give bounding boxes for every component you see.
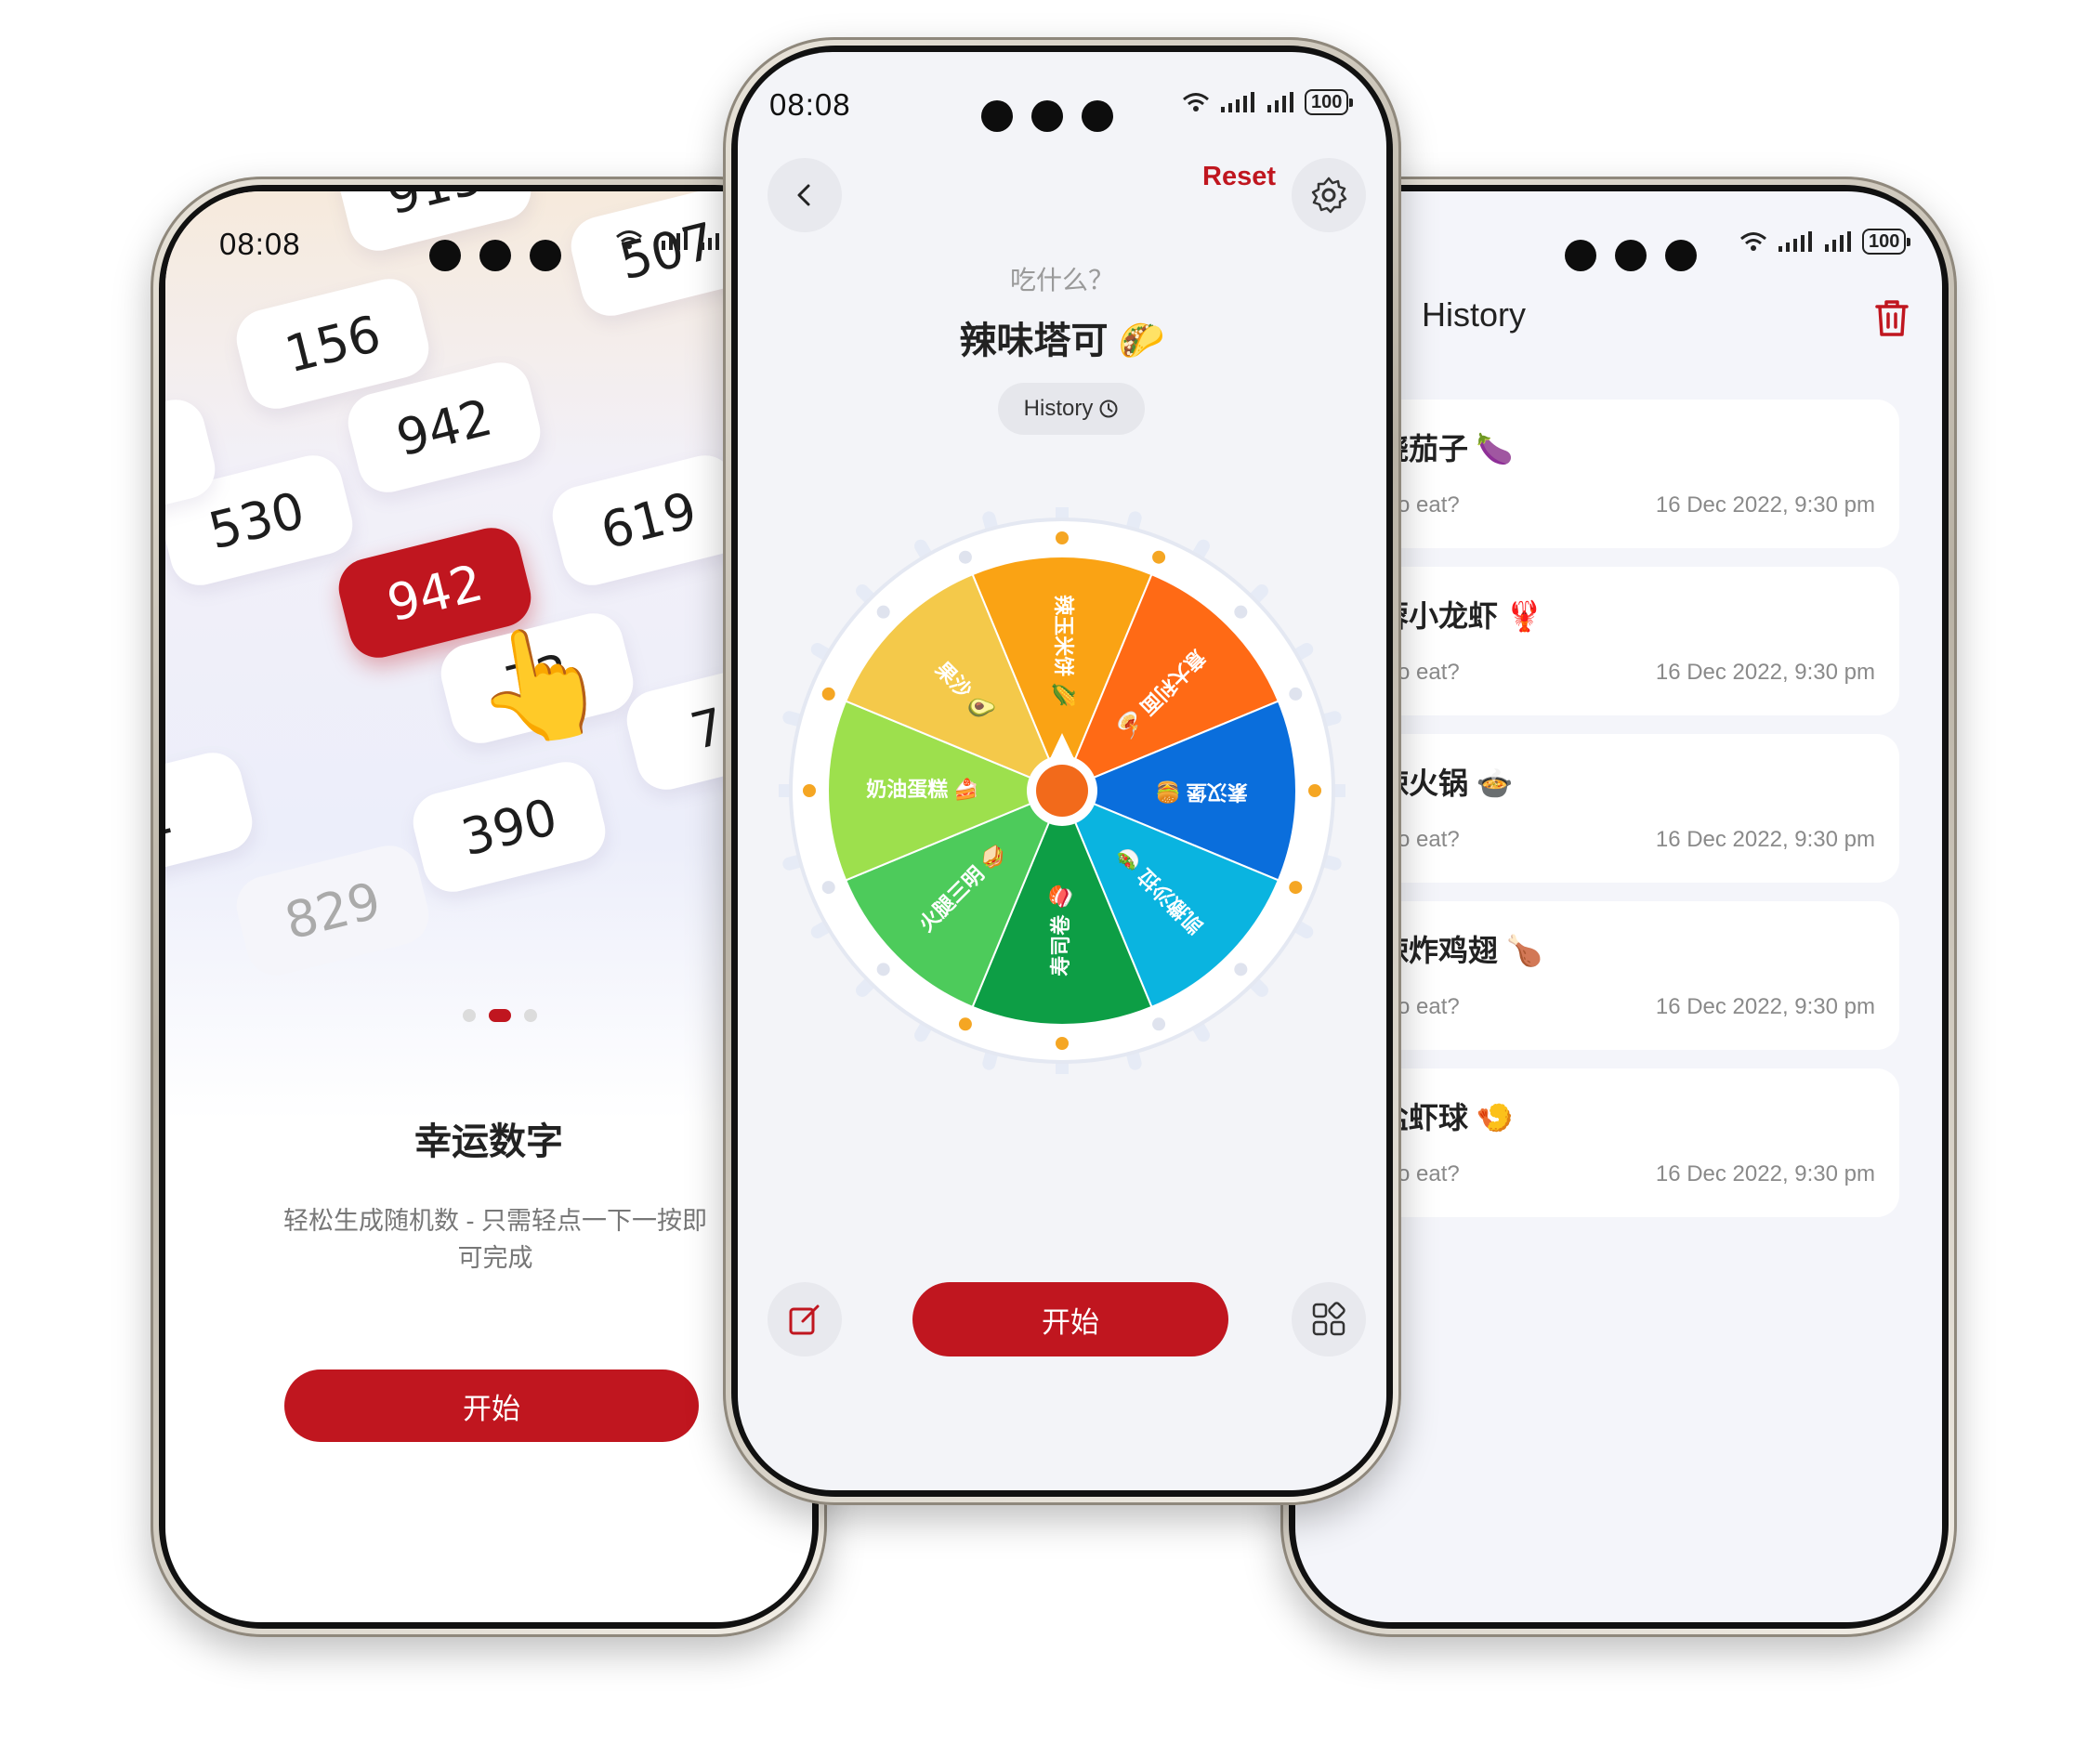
wheel-question: 吃什么？ [1009, 266, 1114, 295]
edit-button[interactable] [768, 1282, 842, 1356]
wheel-screen: 08:08 100 Reset 吃什么？ 辣味塔可 🌮 History 辣玉米饼… [738, 52, 1386, 1490]
wheel-segment-label: 奶油蛋糕 🍰 [866, 778, 979, 801]
battery-icon: 100 [1862, 229, 1911, 255]
page-dot[interactable] [524, 1009, 537, 1022]
signal-icon [1267, 92, 1293, 112]
edit-icon [789, 1304, 820, 1335]
wheel-result: 辣味塔可 🌮 [959, 321, 1165, 361]
wheel-ring-dot [1152, 550, 1166, 564]
front-cameras [429, 240, 561, 271]
onboarding-title: 幸运数字 [414, 1121, 563, 1162]
history-item-date: 16 Dec 2022, 9:30 pm [1655, 827, 1875, 852]
wheel-segment-label: 辣玉米饼 🌽 [1052, 595, 1076, 708]
number-key: 75 [620, 653, 732, 796]
wheel-ring-dot [1056, 531, 1069, 544]
apps-button[interactable] [1292, 1282, 1366, 1356]
status-bar: 08:08 100 [738, 52, 1386, 164]
settings-button[interactable] [1292, 158, 1366, 232]
wheel-ring-dot [1308, 784, 1321, 797]
wheel-ring-dot [958, 550, 972, 564]
front-cameras [1565, 240, 1697, 271]
front-cameras [981, 100, 1113, 132]
number-key: 390 [406, 755, 612, 898]
status-bar: 08:08 [165, 191, 812, 303]
signal-icon [1778, 231, 1812, 252]
wifi-icon [616, 230, 642, 249]
clock-icon [1099, 400, 1118, 418]
spin-start-button[interactable]: 开始 [912, 1282, 1228, 1356]
page-dot-active[interactable] [489, 1009, 511, 1022]
battery-icon: 100 [1305, 89, 1354, 115]
number-key: 619 [545, 449, 732, 592]
onboarding-description: 轻松生成随机数 - 只需轻点一下一按即可完成 [283, 1207, 707, 1272]
history-card[interactable]: 蓉小龙虾 🦞 t to eat? 16 Dec 2022, 9:30 pm [1370, 567, 1899, 715]
signal-icon [1825, 231, 1851, 252]
back-arrow-icon [797, 184, 810, 206]
gear-icon [1311, 177, 1347, 214]
history-card[interactable]: 辣火锅 🍲 t to eat? 16 Dec 2022, 9:30 pm [1370, 734, 1899, 883]
signal-icon [1221, 92, 1254, 112]
wheel-hub[interactable] [1036, 765, 1088, 817]
back-button[interactable] [768, 158, 842, 232]
history-card[interactable]: 烧茄子 🍆 t to eat? 16 Dec 2022, 9:30 pm [1370, 400, 1899, 548]
wheel-ring-dot [1234, 605, 1248, 619]
number-key: 829 [230, 839, 436, 982]
history-item-name: 辣炸鸡翅 🍗 [1379, 934, 1543, 967]
spin-wheel[interactable]: 辣玉米饼 🌽 意大利面 🍝 素汉堡 🍔 凯撒沙拉 🥗 寿司卷 🍣 火腿三明 🥪 奶油蛋糕 🍰… [773, 502, 1351, 1080]
history-pill-label: History [1023, 396, 1094, 421]
signal-icon [654, 229, 688, 250]
wheel-ring-dot [876, 963, 890, 976]
wheel-ring-dot [803, 784, 816, 797]
grid-icon [1312, 1302, 1345, 1336]
pointing-hand-icon: 👆 [462, 612, 619, 757]
lucky-number-screen: 915 507 156 942 530 619 942 73 75 2 390 … [165, 191, 812, 1622]
wifi-icon [1740, 232, 1766, 251]
wheel-ring-dot [1056, 1037, 1069, 1050]
number-key: 2 [165, 746, 259, 889]
wheel-ring-dot [1289, 881, 1303, 895]
wheel-ring-dot [876, 605, 890, 619]
history-item-date: 16 Dec 2022, 9:30 pm [1655, 1161, 1875, 1186]
reset-button[interactable]: Reset [1202, 162, 1276, 192]
start-button[interactable]: 开始 [284, 1370, 699, 1442]
history-item-date: 16 Dec 2022, 9:30 pm [1655, 660, 1875, 685]
wheel-segment-label: 素汉堡 🍔 [1155, 780, 1248, 804]
history-card[interactable]: 辣炸鸡翅 🍗 t to eat? 16 Dec 2022, 9:30 pm [1370, 901, 1899, 1050]
wheel-ring-dot [821, 687, 835, 701]
page-title: History [1422, 295, 1527, 334]
history-item-date: 16 Dec 2022, 9:30 pm [1655, 994, 1875, 1019]
wheel-ring-dot [1152, 1017, 1166, 1031]
status-icons: 100 [1182, 89, 1354, 115]
status-icons [615, 229, 728, 251]
status-time: 08:08 [219, 227, 301, 261]
status-time: 08:08 [769, 87, 851, 122]
history-item-name: 蓉小龙虾 🦞 [1379, 599, 1543, 633]
page-dot[interactable] [463, 1009, 476, 1022]
wheel-ring-dot [1289, 687, 1303, 701]
wheel-ring-dot [1234, 963, 1248, 976]
spin-wheel-graphic[interactable]: 辣玉米饼 🌽 意大利面 🍝素汉堡 🍔凯撒沙拉 🥗寿司卷 🍣火腿三明 🥪奶油蛋糕 🍰… [773, 502, 1351, 1080]
page-indicator [463, 1009, 537, 1022]
wheel-ring-dot [958, 1017, 972, 1031]
trash-icon[interactable] [1870, 295, 1914, 340]
history-card[interactable]: 盐虾球 🍤 t to eat? 16 Dec 2022, 9:30 pm [1370, 1068, 1899, 1217]
number-keys-illustration: 915 507 156 942 530 619 942 73 75 2 390 … [165, 191, 732, 1120]
phone-wheel: 08:08 100 Reset 吃什么？ 辣味塔可 🌮 History 辣玉米饼… [723, 37, 1401, 1505]
history-pill-button[interactable]: History [998, 383, 1145, 435]
status-icons: 100 [1739, 229, 1911, 255]
wifi-icon [1183, 93, 1209, 111]
wheel-segment-label: 寿司卷 🍣 [1048, 884, 1072, 976]
history-item-date: 16 Dec 2022, 9:30 pm [1655, 492, 1875, 518]
wheel-ring-dot [821, 881, 835, 895]
